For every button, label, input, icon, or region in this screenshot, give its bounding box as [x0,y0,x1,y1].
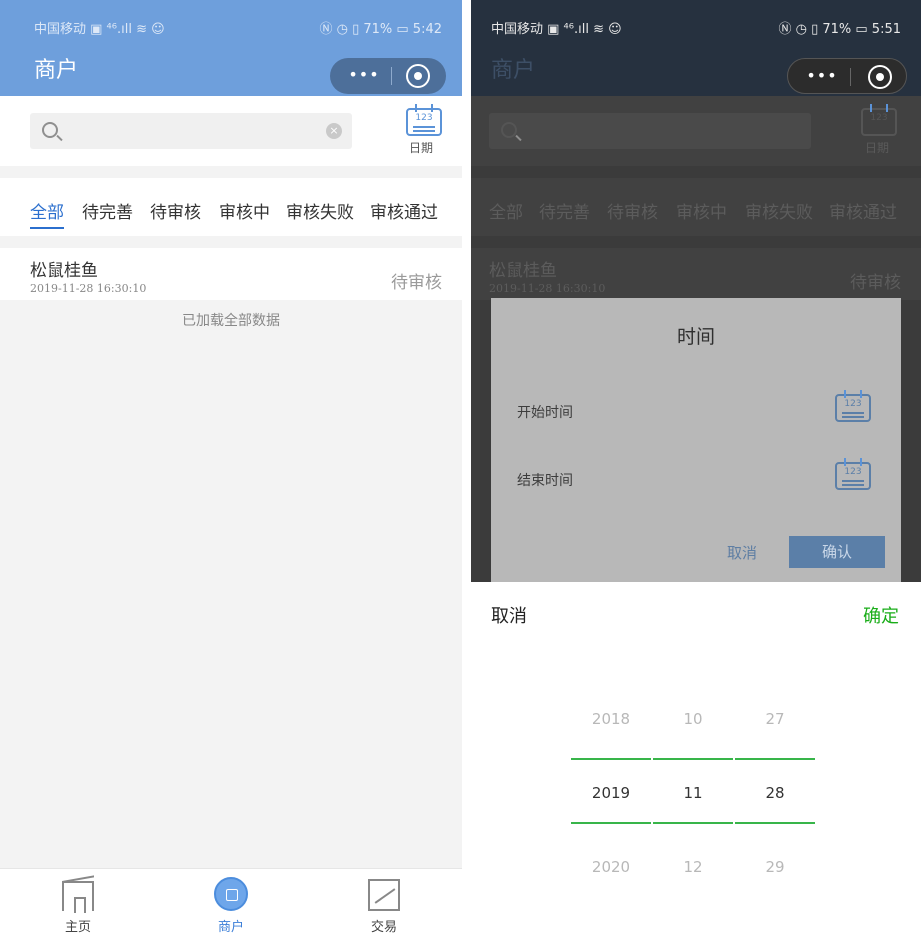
search-icon [42,122,58,138]
more-menu-button[interactable]: ••• [802,65,842,89]
picker-selection-line-top [571,758,651,760]
tab-pending-complete: 待完善 [539,203,590,223]
search-input [489,113,811,149]
picker-cancel-button[interactable]: 取消 [491,602,527,628]
left-screen: 中国移动 ▣ ⁴⁶.ıll ≋ ☺ Ⓝ ◷ ▯ 71% ▭ 5:42 商户 ••… [0,0,462,938]
merchant-name: 松鼠桂鱼 [489,261,557,281]
picker-confirm-button[interactable]: 确定 [863,602,899,628]
nav-header: 中国移动 ▣ ⁴⁶.ıll ≋ ☺ Ⓝ ◷ ▯ 71% ▭ 5:42 商户 ••… [0,0,462,96]
status-bar-left: 中国移动 ▣ ⁴⁶.ıll ≋ ☺ [34,22,165,37]
tabbar-item-merchant[interactable]: 商户 [181,869,281,938]
shop-icon [214,877,248,911]
page-title: 商户 [34,58,79,83]
end-time-label: 结束时间 [517,473,573,489]
search-area-dimmed: 123 日期 [471,96,921,166]
merchant-name: 松鼠桂鱼 [30,261,98,281]
tabbar-label-trade: 交易 [370,920,397,935]
calendar-icon[interactable]: 123 [406,104,442,136]
capsule-divider [391,67,392,85]
tab-pending-review: 待审核 [607,203,658,223]
home-icon [62,881,94,913]
end-time-calendar-icon[interactable]: 123 [835,458,871,490]
calendar-icon-lines [842,412,864,414]
more-menu-button[interactable]: ••• [344,64,384,88]
picker-selection-line-bottom [653,822,733,824]
picker-month-option[interactable]: 10 [653,710,733,728]
tab-pending-review[interactable]: 待审核 [150,198,201,223]
picker-selection-line-top [735,758,815,760]
bottom-tab-bar: 主页 商户 交易 [0,868,462,938]
picker-year-selected[interactable]: 2019 [571,784,651,802]
calendar-icon: 123 [861,104,897,136]
picker-selection-line-bottom [735,822,815,824]
date-filter-label: 日期 [865,141,890,155]
start-time-label: 开始时间 [517,405,573,421]
time-range-dialog: 时间 开始时间 123 结束时间 123 取消 确认 [491,298,901,582]
close-miniprogram-button[interactable] [406,64,430,88]
dialog-title: 时间 [676,326,715,348]
list-item[interactable]: 松鼠桂鱼 2019-11-28 16:30:10 待审核 [0,248,462,300]
miniprogram-capsule: ••• [330,58,446,94]
status-badge: 待审核 [391,273,442,293]
load-complete-note: 已加载全部数据 [182,313,280,329]
tabbar-item-home[interactable]: 主页 [28,869,128,938]
tab-reviewing[interactable]: 审核中 [219,198,270,223]
right-screen: 中国移动 ▣ ⁴⁶.ıll ≋ ☺ Ⓝ ◷ ▯ 71% ▭ 5:51 商户 ••… [471,0,921,938]
tab-all: 全部 [489,203,523,223]
trade-icon [368,879,400,911]
tabbar-item-trade[interactable]: 交易 [334,869,434,938]
status-badge: 待审核 [850,273,901,293]
dialog-cancel-button[interactable]: 取消 [727,542,757,563]
date-filter-label[interactable]: 日期 [409,139,433,156]
dialog-confirm-button[interactable]: 确认 [789,536,885,568]
tab-review-failed[interactable]: 审核失败 [286,198,354,223]
merchant-timestamp: 2019-11-28 16:30:10 [30,282,147,295]
search-input[interactable]: × [30,113,352,149]
status-bar-left: 中国移动 ▣ ⁴⁶.ıll ≋ ☺ [491,22,622,37]
tabbar-label-merchant: 商户 [217,920,244,935]
picker-selection-line-top [653,758,733,760]
calendar-icon-lines [413,126,435,128]
calendar-icon-number: 123 [415,113,433,123]
picker-month-selected[interactable]: 11 [653,784,733,802]
picker-day-option[interactable]: 27 [735,710,815,728]
status-bar-right: Ⓝ ◷ ▯ 71% ▭ 5:42 [319,22,442,37]
search-area: × 123 [0,96,462,166]
tab-review-passed: 审核通过 [829,203,897,223]
tab-all[interactable]: 全部 [30,198,64,229]
tab-review-passed[interactable]: 审核通过 [370,198,438,223]
miniprogram-capsule: ••• [787,58,907,94]
tab-reviewing: 审核中 [676,203,727,223]
picker-month-option[interactable]: 12 [653,858,733,876]
tab-review-failed: 审核失败 [745,203,813,223]
date-picker: 取消 确定 2018 10 27 2019 11 28 2020 12 29 [471,582,921,938]
start-time-calendar-icon[interactable]: 123 [835,390,871,422]
tab-pending-complete[interactable]: 待完善 [82,198,133,223]
clear-icon[interactable]: × [326,123,342,139]
calendar-icon-number: 123 [844,399,862,409]
status-tabs-dimmed: 全部 待完善 待审核 审核中 审核失败 审核通过 [471,178,921,236]
capsule-divider [850,68,851,86]
picker-selection-line-bottom [571,822,651,824]
status-bar-right: Ⓝ ◷ ▯ 71% ▭ 5:51 [778,22,901,37]
page-title: 商户 [491,58,536,83]
calendar-icon-number: 123 [844,467,862,477]
list-item-dimmed: 松鼠桂鱼 2019-11-28 16:30:10 待审核 [471,248,921,300]
close-miniprogram-button[interactable] [868,65,892,89]
picker-day-option[interactable]: 29 [735,858,815,876]
merchant-timestamp: 2019-11-28 16:30:10 [489,282,606,295]
tabbar-label-home: 主页 [64,920,91,935]
picker-year-option[interactable]: 2018 [571,710,651,728]
status-tabs: 全部 待完善 待审核 审核中 审核失败 审核通过 [0,178,462,236]
calendar-icon-lines [842,480,864,482]
picker-day-selected[interactable]: 28 [735,784,815,802]
search-icon [501,122,517,138]
calendar-icon-number: 123 [870,113,888,123]
nav-header-dimmed: 中国移动 ▣ ⁴⁶.ıll ≋ ☺ Ⓝ ◷ ▯ 71% ▭ 5:51 商户 ••… [471,0,921,96]
picker-year-option[interactable]: 2020 [571,858,651,876]
